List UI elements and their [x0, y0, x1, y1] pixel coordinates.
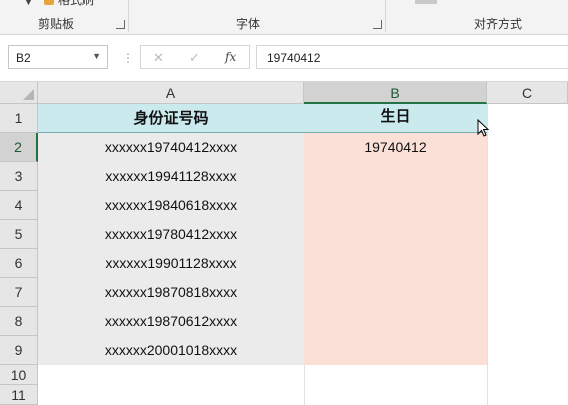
row-header[interactable]: 7 — [0, 278, 38, 307]
row-header[interactable]: 5 — [0, 220, 38, 249]
cell-b9[interactable] — [304, 336, 487, 365]
cell-b8[interactable] — [304, 307, 487, 336]
chevron-down-icon[interactable]: ▼ — [24, 0, 33, 7]
cell-a6[interactable]: xxxxxx19901128xxxx — [38, 249, 304, 278]
cell-a7[interactable]: xxxxxx19870818xxxx — [38, 278, 304, 307]
select-all-icon — [23, 89, 34, 100]
format-painter-icon[interactable] — [44, 0, 54, 5]
column-header-a[interactable]: A — [38, 82, 304, 104]
select-all-button[interactable] — [0, 82, 38, 104]
formula-value: 19740412 — [267, 51, 321, 65]
row-header[interactable]: 8 — [0, 307, 38, 336]
formula-bar: B2 ▼ ⋮ ✕ ✓ fx 19740412 — [0, 35, 568, 82]
cell-a4[interactable]: xxxxxx19840618xxxx — [38, 191, 304, 220]
cell-a9[interactable]: xxxxxx20001018xxxx — [38, 336, 304, 365]
header-cell-birthday[interactable]: 生日 — [304, 104, 487, 133]
name-box[interactable]: B2 ▼ — [8, 45, 108, 69]
cell-b6[interactable] — [304, 249, 487, 278]
format-painter-label[interactable]: 格式刷 — [58, 0, 94, 8]
cancel-icon[interactable]: ✕ — [153, 50, 164, 66]
ribbon-control[interactable] — [415, 0, 437, 4]
row-header[interactable]: 11 — [0, 385, 38, 405]
chevron-down-icon[interactable]: ▼ — [92, 51, 101, 61]
font-launcher-icon[interactable] — [373, 20, 382, 29]
more-options-icon[interactable]: ⋮ — [122, 51, 134, 65]
row-header[interactable]: 6 — [0, 249, 38, 278]
cell-a2[interactable]: xxxxxx19740412xxxx — [38, 133, 304, 162]
formula-buttons: ✕ ✓ fx — [140, 45, 250, 69]
cell-b4[interactable] — [304, 191, 487, 220]
cell-b7[interactable] — [304, 278, 487, 307]
row-header[interactable]: 9 — [0, 336, 38, 365]
group-clipboard-label: 剪贴板 — [38, 17, 75, 31]
clipboard-launcher-icon[interactable] — [116, 20, 125, 29]
column-header-c[interactable]: C — [487, 82, 568, 104]
gridline — [304, 365, 305, 405]
row-header[interactable]: 4 — [0, 191, 38, 220]
ribbon: ▼ 格式刷 剪贴板 字体 对齐方式 — [0, 0, 568, 35]
mouse-pointer-icon — [477, 119, 489, 137]
cell-b2[interactable]: 19740412 — [304, 133, 487, 162]
group-font-label: 字体 — [236, 17, 261, 31]
column-header-b[interactable]: B — [304, 82, 487, 104]
header-cell-id-number[interactable]: 身份证号码 — [38, 104, 304, 133]
formula-input[interactable]: 19740412 — [256, 45, 568, 69]
enter-icon[interactable]: ✓ — [189, 50, 200, 66]
cell-b5[interactable] — [304, 220, 487, 249]
group-divider — [385, 0, 386, 32]
spreadsheet-grid: A B C 1 2 3 4 5 6 7 8 9 10 11 身份证号码 生日 x… — [0, 82, 568, 405]
gridline — [487, 104, 488, 405]
cell-a8[interactable]: xxxxxx19870612xxxx — [38, 307, 304, 336]
cell-a5[interactable]: xxxxxx19780412xxxx — [38, 220, 304, 249]
insert-function-icon[interactable]: fx — [225, 50, 236, 64]
row-header[interactable]: 2 — [0, 133, 38, 162]
row-header[interactable]: 10 — [0, 365, 38, 385]
cell-a3[interactable]: xxxxxx19941128xxxx — [38, 162, 304, 191]
name-box-value: B2 — [16, 51, 31, 65]
row-header[interactable]: 1 — [0, 104, 38, 133]
cell-b3[interactable] — [304, 162, 487, 191]
group-divider — [128, 0, 129, 32]
group-alignment-label: 对齐方式 — [474, 17, 523, 31]
row-header[interactable]: 3 — [0, 162, 38, 191]
